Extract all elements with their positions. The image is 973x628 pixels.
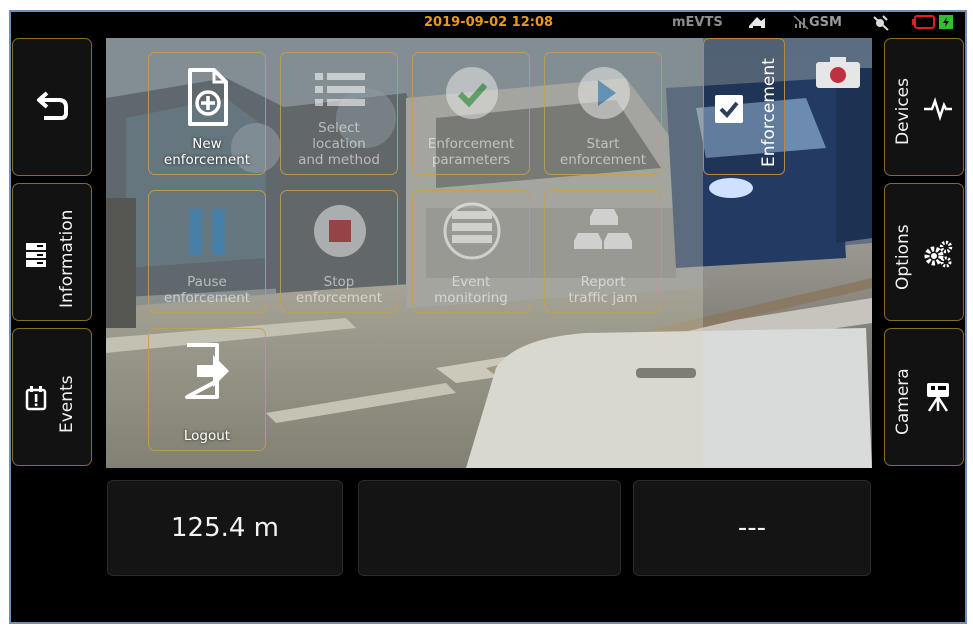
satellite-off-icon — [871, 14, 891, 36]
charging-icon — [939, 14, 953, 34]
distance-box: 125.4 m — [107, 480, 343, 576]
check-circle-icon — [446, 67, 498, 119]
middle-info-box — [358, 480, 621, 576]
new-enforcement-label: New enforcement — [163, 136, 251, 168]
datetime: 2019-09-02 12:08 — [424, 15, 554, 30]
report-traffic-jam-button[interactable]: Report traffic jam — [544, 190, 662, 313]
events-button[interactable]: Events — [12, 328, 92, 466]
options-label: Options — [893, 224, 913, 290]
start-enforcement-label: Start enforcement — [559, 136, 647, 168]
event-monitoring-label: Event monitoring — [434, 274, 508, 306]
gsm-label: GSM — [809, 15, 842, 30]
select-location-button[interactable]: Select location and method — [280, 52, 398, 175]
play-icon — [578, 67, 630, 119]
camera-label: Camera — [893, 368, 913, 435]
report-traffic-jam-label: Report traffic jam — [568, 274, 638, 306]
back-arrow-icon — [37, 91, 68, 120]
enforcement-label: Enforcement — [759, 58, 779, 167]
logout-icon — [185, 343, 229, 399]
logout-button[interactable]: Logout — [148, 328, 266, 451]
back-button[interactable] — [12, 38, 92, 176]
new-document-icon — [188, 68, 228, 126]
tripod-camera-icon — [927, 383, 949, 412]
devices-button[interactable]: Devices — [884, 38, 964, 176]
devices-label: Devices — [893, 78, 913, 145]
enforcement-toggle[interactable]: Enforcement — [703, 38, 785, 175]
select-location-label: Select location and method — [298, 120, 380, 168]
monitor-icon — [443, 202, 501, 260]
pulse-icon — [924, 97, 952, 121]
checkbox-checked-icon — [715, 95, 743, 123]
gears-icon — [924, 240, 953, 268]
pause-enforcement-label: Pause enforcement — [163, 274, 251, 306]
status-bar: 2019-09-02 12:08 mEVTS GSM — [9, 10, 967, 36]
pause-enforcement-button[interactable]: Pause enforcement — [148, 190, 266, 313]
new-enforcement-button[interactable]: New enforcement — [148, 52, 266, 175]
distance-value: 125.4 m — [170, 513, 280, 543]
server-icon — [26, 243, 46, 267]
traffic-jam-icon — [574, 209, 632, 249]
options-button[interactable]: Options — [884, 183, 964, 321]
events-label: Events — [57, 375, 77, 433]
printer-icon — [747, 14, 767, 34]
enforcement-parameters-button[interactable]: Enforcement parameters — [412, 52, 530, 175]
right-info-box: --- — [633, 480, 871, 576]
enforcement-parameters-label: Enforcement parameters — [427, 136, 515, 168]
pause-icon — [189, 209, 225, 255]
logout-label: Logout — [183, 428, 231, 444]
information-label: Information — [57, 209, 77, 308]
device-screen: 2019-09-02 12:08 mEVTS GSM Information E… — [9, 10, 967, 624]
camera-view: New enforcement Select location and meth… — [106, 38, 872, 468]
event-monitoring-button[interactable]: Event monitoring — [412, 190, 530, 313]
right-value: --- — [737, 513, 767, 543]
camera-snapshot-icon[interactable] — [814, 54, 862, 90]
camera-button[interactable]: Camera — [884, 328, 964, 466]
app-name: mEVTS — [672, 15, 723, 30]
stop-enforcement-label: Stop enforcement — [295, 274, 383, 306]
information-button[interactable]: Information — [12, 183, 92, 321]
calendar-alert-icon — [25, 386, 47, 411]
start-enforcement-button[interactable]: Start enforcement — [544, 52, 662, 175]
battery-icon — [912, 14, 936, 34]
stop-icon — [314, 205, 366, 257]
stop-enforcement-button[interactable]: Stop enforcement — [280, 190, 398, 313]
list-icon — [315, 73, 365, 106]
